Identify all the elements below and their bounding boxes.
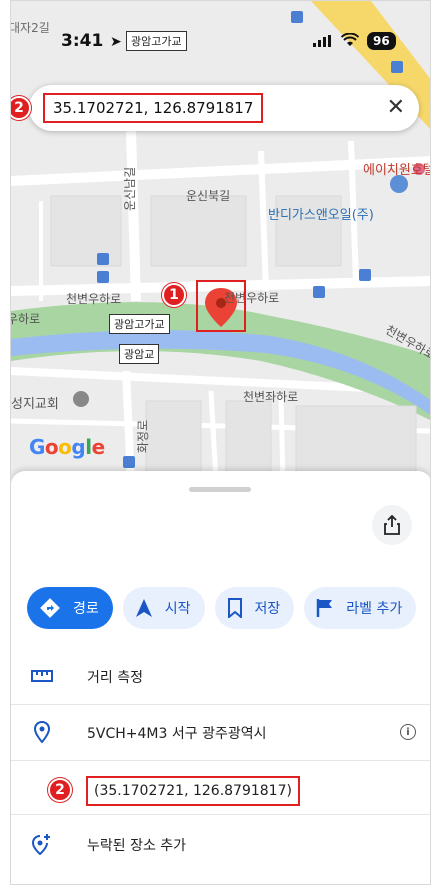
add-missing-place-row[interactable]: 누락된 장소 추가 [11,817,430,873]
share-icon [384,515,400,535]
measure-distance-label: 거리 측정 [87,670,143,686]
dropped-pin-highlight[interactable] [196,280,246,332]
map-chip-bridge2: 광암교 [119,344,160,364]
annotation-badge-2-bottom: 2 [48,778,72,802]
map-label-gas-station[interactable]: 반디가스앤오일(주) [268,204,374,223]
ruler-icon [31,665,53,687]
map-label-road-vertical2: 화정로 [136,419,150,453]
start-label: 시작 [164,601,191,617]
battery-indicator: 96 [367,32,396,50]
location-arrow-icon: ➤ [110,34,122,50]
flag-icon [316,598,334,618]
add-label-button[interactable]: 라벨 추가 [304,587,417,629]
google-logo: Google [29,435,105,459]
add-missing-place-label: 누락된 장소 추가 [87,838,187,854]
plus-code-row[interactable]: 5VCH+4M3 서구 광주광역시 i [11,705,430,761]
navigation-arrow-icon [135,598,153,618]
annotation-badge-1: 1 [162,283,186,307]
status-time: 3:41 [61,31,104,51]
map-label-road-bottom: 천변좌하로 [243,390,299,404]
directions-icon [39,597,61,619]
close-icon[interactable]: ✕ [387,95,405,120]
status-map-chip: 광암고가교 [126,31,187,51]
location-pin-icon [31,721,53,743]
add-label-text: 라벨 추가 [346,601,403,617]
start-button[interactable]: 시작 [122,587,205,629]
directions-label: 경로 [73,601,99,617]
info-icon[interactable]: i [400,724,416,740]
place-sheet: 경로 시작 저장 라벨 추가 거리 측정 5VCH+4M3 서구 광주광역시 i… [11,471,430,884]
plus-code-label: 5VCH+4M3 서구 광주광역시 [87,726,267,742]
map-label-road1: 운신북길 [186,189,231,203]
measure-distance-row[interactable]: 거리 측정 [11,649,430,705]
map-label-road3-left: 천변우하로 [66,292,122,306]
share-button[interactable] [372,505,412,545]
coordinates-row[interactable]: 2 (35.1702721, 126.8791817) [11,761,430,815]
search-bar[interactable]: 35.1702721, 126.8791817 ✕ [29,85,419,131]
map-label-hotel[interactable]: 에이치원호텔 [363,159,430,178]
map-chip-bridge: 광암고가교 [109,314,170,334]
sheet-grabber[interactable] [189,487,251,492]
bookmark-icon [227,598,243,618]
map-label-road2: 운신남길 [123,166,137,211]
map-label-church[interactable]: 성지교회 [11,393,59,412]
action-chips: 경로 시작 저장 라벨 추가 [27,587,417,629]
status-bar: 3:41 ➤ 광암고가교 96 [11,31,430,55]
phone-frame: 대자2길 운신북길 반디가스앤오일(주) 에이치원호텔 운신남길 천변우하로 천… [10,0,431,885]
map-label-road3-left2: 우하로 [11,312,41,326]
search-input[interactable]: 35.1702721, 126.8791817 [43,93,264,123]
save-button[interactable]: 저장 [214,587,295,629]
coordinates-label[interactable]: (35.1702721, 126.8791817) [86,776,300,806]
map-view[interactable]: 대자2길 운신북길 반디가스앤오일(주) 에이치원호텔 운신남길 천변우하로 천… [11,1,430,481]
directions-button[interactable]: 경로 [27,587,113,629]
map-canvas [11,1,430,481]
add-place-pin-icon [31,833,53,855]
save-label: 저장 [254,601,281,617]
